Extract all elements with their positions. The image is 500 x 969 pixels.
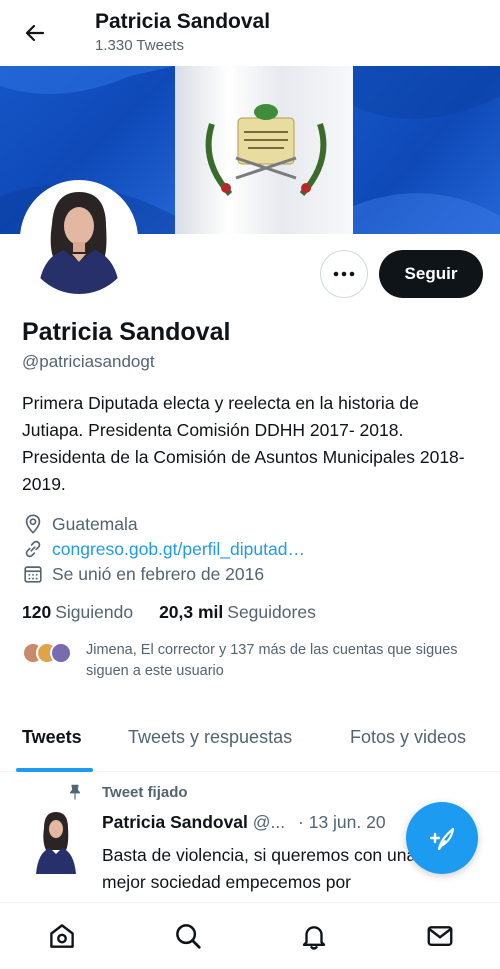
tweet-author-avatar[interactable] — [32, 808, 80, 874]
pinned-indicator: Tweet fijado — [66, 783, 188, 801]
top-header: Patricia Sandoval 1.330 Tweets — [0, 0, 500, 66]
location-row: Guatemala — [22, 512, 138, 536]
website-link[interactable]: congreso.gob.gt/perfil_diputad… — [52, 539, 305, 560]
followers-count: 20,3 mil — [159, 601, 224, 622]
profile-handle: @patriciasandogt — [22, 352, 155, 371]
joined-row: Se unió en febrero de 2016 — [22, 562, 264, 586]
search-icon — [176, 924, 201, 949]
known-followers-avatars — [22, 640, 78, 666]
nav-notifications[interactable] — [298, 920, 330, 952]
bell-icon — [302, 926, 326, 950]
tab-tweets[interactable]: Tweets — [22, 727, 82, 748]
tweet-text[interactable]: Basta de violencia, si queremos con una … — [102, 842, 422, 896]
joined-text: Se unió en febrero de 2016 — [52, 563, 265, 584]
calendar-icon — [24, 566, 42, 583]
nav-messages[interactable] — [424, 920, 456, 952]
pinned-label: Tweet fijado — [102, 783, 188, 801]
more-dots-icon — [333, 271, 355, 277]
tab-tweets-and-replies[interactable]: Tweets y respuestas — [128, 727, 292, 748]
website-row[interactable]: congreso.gob.gt/perfil_diputad… — [22, 537, 305, 561]
pin-icon — [69, 784, 81, 800]
header-profile-name: Patricia Sandoval — [95, 10, 271, 33]
header-tweet-count: 1.330 Tweets — [95, 37, 184, 54]
following-label: Siguiendo — [55, 601, 134, 622]
link-icon — [25, 540, 41, 558]
arrow-left-icon — [25, 24, 45, 42]
compose-feather-icon — [429, 827, 455, 851]
map-pin-icon — [25, 514, 41, 534]
tweet-header: Patricia Sandoval @... · 13 jun. 20 — [102, 812, 386, 833]
active-tab-indicator — [16, 768, 93, 772]
mail-icon — [427, 926, 453, 946]
more-options-button[interactable] — [320, 250, 368, 298]
profile-bio: Primera Diputada electa y reelecta en la… — [22, 393, 465, 494]
avatar — [50, 642, 72, 664]
compose-tweet-button[interactable] — [406, 802, 478, 874]
following-count: 120 — [22, 601, 52, 622]
followers-label: Seguidores — [227, 601, 316, 622]
known-followers[interactable]: Jimena, El corrector y 137 más de las cu… — [22, 640, 482, 682]
following-stat[interactable]: 120 Siguiendo — [22, 602, 133, 623]
tab-photos-and-videos[interactable]: Fotos y videos — [350, 727, 466, 748]
profile-tabs: Tweets Tweets y respuestas Fotos y video… — [0, 712, 500, 772]
followers-stat[interactable]: 20,3 mil Seguidores — [159, 602, 316, 623]
profile-name: Patricia Sandoval — [22, 318, 231, 346]
tweet-date[interactable]: · 13 jun. 20 — [298, 812, 386, 832]
follow-stats: 120 Siguiendo 20,3 mil Seguidores — [22, 600, 342, 624]
tweet-author-handle: @... — [252, 812, 286, 832]
back-button[interactable] — [20, 18, 50, 48]
follow-button[interactable]: Seguir — [379, 250, 483, 298]
location-text: Guatemala — [52, 513, 138, 534]
tweet-author-name[interactable]: Patricia Sandoval — [102, 812, 248, 832]
home-icon — [50, 924, 74, 948]
profile-avatar[interactable] — [20, 180, 138, 298]
known-followers-text: Jimena, El corrector y 137 más de las cu… — [86, 642, 458, 679]
nav-home[interactable] — [46, 920, 78, 952]
bottom-navigation — [0, 902, 500, 969]
nav-search[interactable] — [172, 920, 204, 952]
